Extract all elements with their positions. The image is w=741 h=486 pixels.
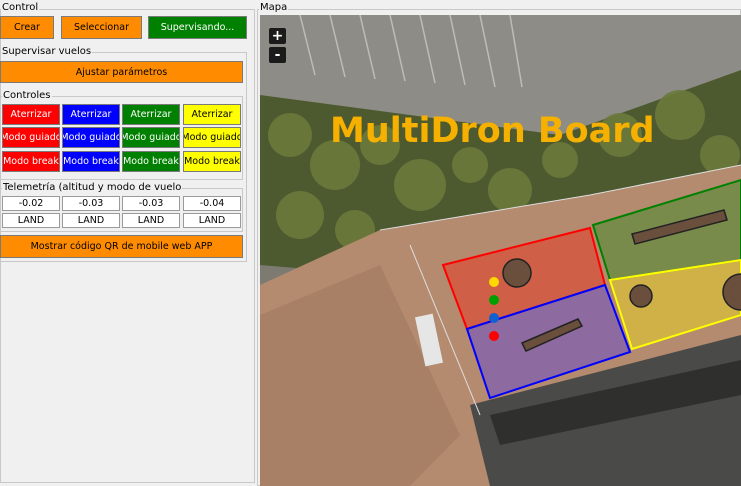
altitude-value-1: -0.02: [2, 196, 60, 211]
crear-button[interactable]: Crear: [0, 16, 54, 39]
drone-red-marker: [489, 331, 499, 341]
controles-group-title: Controles: [2, 90, 52, 101]
altitude-value-4: -0.04: [183, 196, 241, 211]
modo-break-button-4[interactable]: Modo break: [183, 151, 241, 172]
modo-break-button-2[interactable]: Modo break: [62, 151, 120, 172]
zoom-out-button[interactable]: -: [269, 47, 286, 63]
flight-mode-value-3: LAND: [122, 213, 180, 228]
mostrar-qr-button[interactable]: Mostrar código QR de mobile web APP: [0, 235, 243, 258]
modo-guiado-button-4[interactable]: Modo guiado: [183, 127, 241, 148]
modo-guiado-button-1[interactable]: Modo guiado: [2, 127, 60, 148]
control-group-title: Control: [1, 2, 40, 13]
drone-yellow-marker: [489, 277, 499, 287]
aterrizar-button-2[interactable]: Aterrizar: [62, 104, 120, 125]
altitude-value-2: -0.03: [62, 196, 120, 211]
modo-guiado-button-3[interactable]: Modo guiado: [122, 127, 180, 148]
flight-mode-value-2: LAND: [62, 213, 120, 228]
telemetria-group-title: Telemetría (altitud y modo de vuelo: [2, 182, 183, 193]
aterrizar-button-3[interactable]: Aterrizar: [122, 104, 180, 125]
modo-break-button-3[interactable]: Modo break: [122, 151, 180, 172]
drone-blue-marker: [489, 313, 499, 323]
modo-break-button-1[interactable]: Modo break: [2, 151, 60, 172]
supervisar-group-title: Supervisar vuelos: [1, 46, 93, 57]
flight-mode-value-4: LAND: [183, 213, 241, 228]
zoom-in-button[interactable]: +: [269, 28, 286, 44]
aterrizar-button-4[interactable]: Aterrizar: [183, 104, 241, 125]
drone-green-marker: [489, 295, 499, 305]
aterrizar-button-1[interactable]: Aterrizar: [2, 104, 60, 125]
flight-mode-value-1: LAND: [2, 213, 60, 228]
modo-guiado-button-2[interactable]: Modo guiado: [62, 127, 120, 148]
altitude-value-3: -0.03: [122, 196, 180, 211]
board-title: MultiDron Board: [330, 111, 655, 151]
seleccionar-button[interactable]: Seleccionar: [61, 16, 142, 39]
ajustar-parametros-button[interactable]: Ajustar parámetros: [0, 61, 243, 83]
mapa-group-title: Mapa: [259, 2, 289, 13]
supervisando-button[interactable]: Supervisando...: [148, 16, 247, 39]
satellite-map[interactable]: [260, 15, 741, 486]
map-imagery: [260, 15, 741, 486]
